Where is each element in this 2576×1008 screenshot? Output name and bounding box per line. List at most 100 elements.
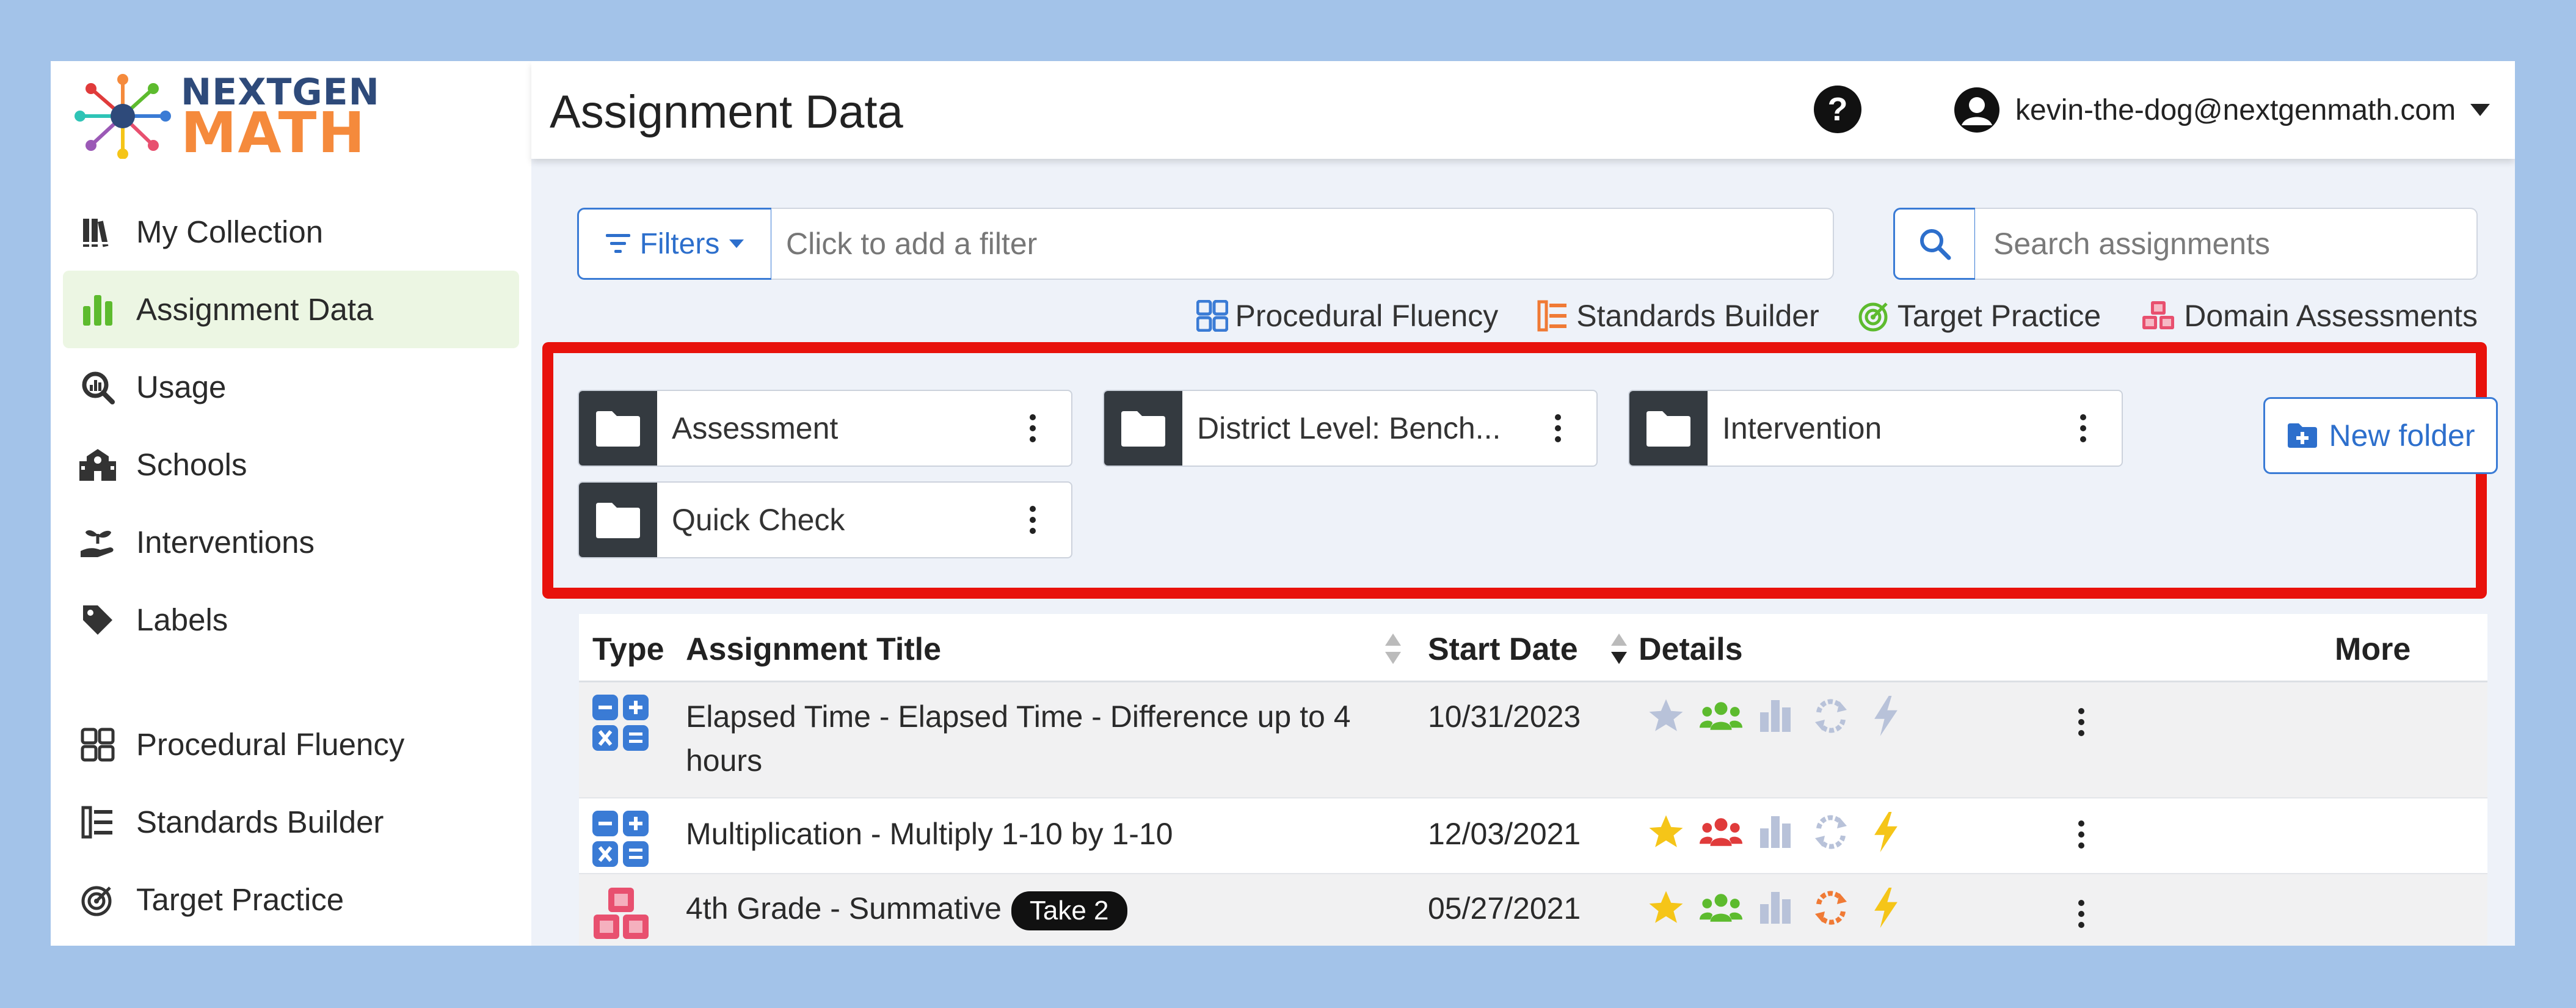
bolt-icon[interactable] — [1865, 695, 1907, 737]
folder-icon — [1629, 391, 1708, 466]
repeat-icon[interactable] — [1810, 695, 1852, 737]
row-more-button[interactable] — [2063, 701, 2100, 743]
col-start-date[interactable]: Start Date — [1428, 631, 1578, 668]
sidebar-item-target-practice[interactable]: Target Practice — [63, 861, 519, 938]
user-email: kevin-the-dog@nextgenmath.com — [2015, 93, 2456, 126]
cubes-icon — [2142, 301, 2175, 329]
sidebar-item-schools[interactable]: Schools — [63, 426, 519, 503]
users-icon[interactable] — [1700, 695, 1742, 737]
sidebar-item-assignment-data[interactable]: Assignment Data — [63, 271, 519, 348]
caret-down-icon — [729, 239, 744, 248]
main-content: Filters Procedural Fluency Standards Bui… — [531, 159, 2515, 946]
legend-label: Target Practice — [1897, 299, 2101, 333]
assignment-title[interactable]: Elapsed Time - Elapsed Time - Difference… — [686, 695, 1388, 783]
sidebar-item-label: Standards Builder — [136, 805, 384, 839]
star-icon[interactable] — [1645, 811, 1687, 853]
legend-label: Procedural Fluency — [1235, 299, 1499, 333]
page-title: Assignment Data — [550, 86, 903, 138]
filter-input[interactable] — [771, 208, 1834, 280]
help-button[interactable]: ? — [1814, 86, 1861, 133]
start-date: 12/03/2021 — [1428, 817, 1581, 851]
sidebar-item-standards-builder[interactable]: Standards Builder — [63, 783, 519, 861]
chart-icon[interactable] — [1755, 811, 1797, 853]
legend-label: Standards Builder — [1576, 299, 1819, 333]
table-row[interactable]: Elapsed Time - Elapsed Time - Difference… — [579, 682, 2487, 798]
star-icon[interactable] — [1645, 886, 1687, 929]
sidebar-item-my-collection[interactable]: My Collection — [63, 193, 519, 271]
legend-procedural-fluency: Procedural Fluency — [1196, 298, 1499, 334]
sidebar-item-usage[interactable]: Usage — [63, 348, 519, 426]
bolt-icon[interactable] — [1865, 886, 1907, 929]
table-row[interactable]: Multiplication - Multiply 1-10 by 1-10 1… — [579, 798, 2487, 874]
col-assignment-title[interactable]: Assignment Title — [686, 631, 941, 668]
sidebar-item-label: Target Practice — [136, 882, 344, 917]
filters-button[interactable]: Filters — [577, 208, 773, 280]
sidebar-item-interventions[interactable]: Interventions — [63, 503, 519, 581]
legend-target-practice: Target Practice — [1858, 298, 2101, 334]
tag-icon — [75, 602, 120, 638]
folder-intervention[interactable]: Intervention — [1628, 390, 2123, 467]
procedural-fluency-icon — [592, 695, 649, 751]
chevron-down-icon — [2470, 104, 2490, 116]
star-icon[interactable] — [1645, 695, 1687, 737]
books-icon — [75, 214, 120, 250]
sidebar: NEXTGEN MATH My Collection Assignment Da… — [51, 61, 531, 946]
user-menu[interactable]: kevin-the-dog@nextgenmath.com — [1954, 84, 2490, 136]
search-icon — [1920, 229, 1951, 260]
search-input[interactable] — [1975, 208, 2478, 280]
table-row[interactable]: 4th Grade - Summative Take 2 05/27/2021 — [579, 874, 2487, 946]
sidebar-item-label: Labels — [136, 602, 228, 637]
folder-icon — [1104, 391, 1182, 466]
users-icon[interactable] — [1700, 811, 1742, 853]
chart-icon[interactable] — [1755, 886, 1797, 929]
folder-quick-check[interactable]: Quick Check — [578, 481, 1072, 558]
details-icons — [1645, 811, 1907, 853]
sidebar-item-label: Assignment Data — [136, 292, 374, 327]
folder-plus-icon — [2287, 423, 2317, 448]
table-header: Type Assignment Title Start Date Details… — [579, 614, 2487, 682]
folder-assessment[interactable]: Assessment — [578, 390, 1072, 467]
assignment-title[interactable]: Multiplication - Multiply 1-10 by 1-10 — [686, 812, 1388, 856]
take-badge: Take 2 — [1011, 891, 1127, 930]
col-details: Details — [1639, 632, 1743, 667]
legend-standards-builder: Standards Builder — [1537, 298, 1819, 334]
grid-icon — [75, 726, 120, 763]
search-button[interactable] — [1893, 208, 1976, 280]
sidebar-item-label: Interventions — [136, 525, 315, 560]
legend-domain-assessments: Domain Assessments — [2140, 298, 2478, 334]
row-more-button[interactable] — [2063, 813, 2100, 856]
folder-menu-button[interactable] — [1537, 407, 1579, 450]
col-more: More — [2335, 632, 2411, 667]
sidebar-item-label: Schools — [136, 447, 247, 482]
new-folder-button[interactable]: New folder — [2263, 397, 2498, 474]
col-type: Type — [592, 632, 664, 667]
avatar — [1954, 87, 1999, 133]
school-icon — [75, 447, 120, 483]
sidebar-item-procedural-fluency[interactable]: Procedural Fluency — [63, 706, 519, 783]
repeat-icon[interactable] — [1810, 886, 1852, 929]
domain-assessment-icon — [594, 888, 649, 939]
users-icon[interactable] — [1700, 886, 1742, 929]
folder-name: Assessment — [672, 411, 839, 445]
sort-icon[interactable] — [1384, 632, 1402, 665]
folder-district-level[interactable]: District Level: Bench... — [1103, 390, 1598, 467]
procedural-fluency-icon — [592, 811, 649, 867]
repeat-icon[interactable] — [1810, 811, 1852, 853]
bolt-icon[interactable] — [1865, 811, 1907, 853]
sidebar-item-label: Procedural Fluency — [136, 727, 405, 762]
folder-menu-button[interactable] — [1011, 499, 1054, 541]
sidebar-item-label: My Collection — [136, 214, 324, 249]
sort-desc-icon[interactable] — [1610, 632, 1628, 665]
folder-name: Intervention — [1722, 411, 1882, 445]
brand-logo[interactable]: NEXTGEN MATH — [74, 68, 379, 166]
folder-menu-button[interactable] — [1011, 407, 1054, 450]
folder-menu-button[interactable] — [2062, 407, 2105, 450]
assignment-title[interactable]: 4th Grade - Summative Take 2 — [686, 886, 1388, 930]
assignment-type-legend: Procedural Fluency Standards Builder Tar… — [531, 294, 2478, 337]
folder-name: Quick Check — [672, 503, 845, 537]
chart-icon[interactable] — [1755, 695, 1797, 737]
magnify-chart-icon — [75, 369, 120, 406]
sidebar-item-label: Usage — [136, 370, 227, 404]
row-more-button[interactable] — [2063, 893, 2100, 935]
sidebar-item-labels[interactable]: Labels — [63, 581, 519, 659]
